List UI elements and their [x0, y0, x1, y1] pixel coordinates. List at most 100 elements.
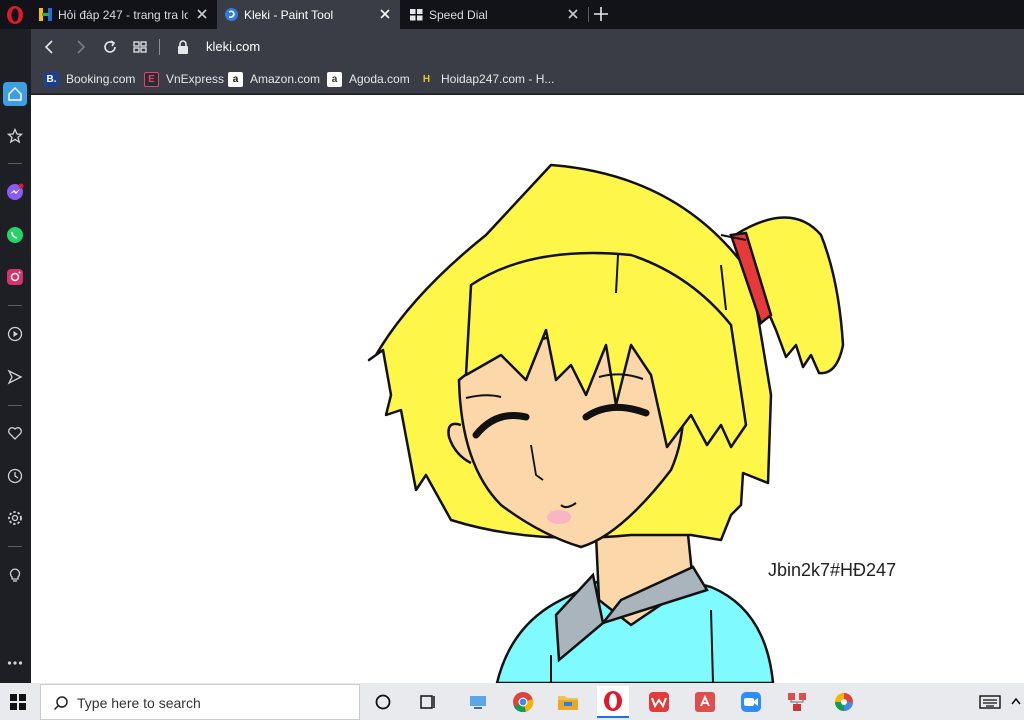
sidebar-separator — [8, 405, 22, 406]
tab-snapshot-grid-icon[interactable] — [131, 38, 149, 56]
sidebar-whatsapp[interactable] — [3, 223, 27, 247]
star-icon — [7, 128, 23, 144]
zoom-video-icon — [741, 692, 761, 712]
reload-icon[interactable] — [101, 38, 119, 56]
booking-icon: B. — [44, 71, 59, 87]
bookmark-label: Hoidap247.com - H... — [441, 72, 555, 86]
forward-arrow-icon[interactable] — [71, 38, 89, 56]
send-arrow-icon — [7, 369, 23, 385]
tab-hoidap[interactable]: Hỏi đáp 247 - trang tra loi — [31, 0, 217, 29]
folder-icon — [558, 696, 578, 710]
bookmark-booking[interactable]: B. Booking.com — [44, 70, 135, 88]
sidebar-separator — [8, 163, 22, 164]
task-view-icon — [420, 695, 435, 709]
address-bar: kleki.com — [31, 29, 1024, 64]
artist-signature: Jbin2k7#HĐ247 — [768, 560, 897, 580]
network-app-icon — [788, 693, 806, 711]
sidebar-messenger[interactable] — [3, 180, 27, 204]
bookmark-agoda[interactable]: a Agoda.com — [327, 70, 410, 88]
taskbar-opera[interactable] — [597, 686, 629, 718]
tab-separator — [588, 7, 589, 22]
sidebar-home[interactable] — [3, 82, 27, 106]
taskbar-app-red[interactable] — [781, 686, 813, 718]
instagram-icon — [7, 269, 23, 285]
sidebar-settings[interactable] — [3, 506, 27, 530]
tab-speed-dial[interactable]: Speed Dial — [402, 0, 588, 29]
wps-office-icon — [649, 692, 669, 712]
tab-title: Kleki - Paint Tool — [244, 7, 334, 22]
taskbar-chevron[interactable] — [1008, 686, 1024, 718]
opera-menu-button[interactable] — [0, 0, 29, 29]
task-view-button[interactable] — [412, 686, 444, 718]
blush — [547, 510, 571, 524]
taskbar-keyboard[interactable] — [974, 686, 1006, 718]
search-icon — [53, 696, 68, 711]
sidebar-tips[interactable] — [3, 563, 27, 587]
lightbulb-icon — [9, 568, 21, 582]
bookmark-vnexpress[interactable]: E VnExpress — [144, 70, 224, 88]
lock-icon[interactable] — [176, 39, 190, 55]
bookmark-hoidap247[interactable]: H Hoidap247.com - H... — [419, 70, 555, 88]
pdf-icon — [695, 692, 715, 712]
tab-bar: Hỏi đáp 247 - trang tra loi Kleki - Pain… — [0, 0, 1024, 29]
new-tab-plus-icon[interactable] — [592, 5, 610, 23]
sidebar-speed-dial[interactable] — [3, 124, 27, 148]
play-circle-icon — [7, 326, 23, 342]
screen: Hỏi đáp 247 - trang tra loi Kleki - Pain… — [0, 0, 1024, 720]
heart-icon — [8, 427, 22, 440]
messenger-icon — [7, 183, 24, 200]
bookmarks-bar: B. Booking.com E VnExpress a Amazon.com … — [31, 64, 1024, 94]
chevron-up-icon — [1011, 697, 1021, 705]
start-button[interactable] — [0, 683, 36, 720]
sidebar-history[interactable] — [3, 464, 27, 488]
opera-icon — [604, 691, 622, 711]
paint-canvas[interactable]: Jbin2k7#HĐ247 — [31, 95, 1024, 683]
taskbar-wps-office[interactable] — [643, 686, 675, 718]
taskbar-chrome[interactable] — [507, 686, 539, 718]
grid-icon — [410, 9, 423, 21]
close-icon[interactable] — [566, 7, 580, 21]
sidebar-separator — [8, 305, 22, 306]
back-arrow-icon[interactable] — [41, 38, 59, 56]
agoda-icon: a — [327, 71, 342, 87]
whatsapp-icon — [7, 227, 23, 243]
cortana-button[interactable] — [367, 686, 399, 718]
windows-logo-icon — [10, 693, 26, 710]
color-wheel-icon — [835, 693, 853, 711]
taskbar-zoom[interactable] — [735, 686, 767, 718]
bookmark-label: Booking.com — [66, 72, 136, 86]
taskbar-file-icon-app[interactable] — [462, 686, 494, 718]
tab-title: Speed Dial — [429, 7, 488, 22]
tab-title: Hỏi đáp 247 - trang tra loi — [58, 7, 188, 22]
cortana-circle-icon — [375, 694, 391, 710]
computer-icon — [470, 696, 486, 709]
kleki-icon — [225, 8, 238, 21]
taskbar-file-explorer[interactable] — [552, 686, 584, 718]
url-text[interactable]: kleki.com — [206, 39, 260, 54]
bookmark-amazon[interactable]: a Amazon.com — [228, 70, 320, 88]
tab-kleki[interactable]: Kleki - Paint Tool — [217, 0, 400, 29]
sidebar — [0, 29, 31, 683]
hoidap-bookmark-icon: H — [422, 73, 431, 85]
sidebar-more[interactable] — [3, 651, 27, 675]
close-icon[interactable] — [195, 7, 209, 21]
opera-logo-icon — [6, 5, 23, 24]
home-icon — [8, 86, 22, 101]
sidebar-flow[interactable] — [3, 365, 27, 389]
address-divider — [159, 39, 160, 55]
sidebar-instagram[interactable] — [3, 265, 27, 289]
sidebar-separator — [8, 546, 22, 547]
gear-icon — [8, 511, 22, 525]
search-placeholder: Type here to search — [77, 695, 201, 711]
sidebar-bookmarks[interactable] — [3, 421, 27, 445]
taskbar-search[interactable]: Type here to search — [40, 684, 360, 720]
keyboard-icon — [979, 695, 1001, 709]
taskbar-wps-pdf[interactable] — [689, 686, 721, 718]
taskbar-paint[interactable] — [828, 686, 860, 718]
sidebar-player[interactable] — [3, 322, 27, 346]
bookmark-label: Agoda.com — [349, 72, 410, 86]
close-icon[interactable] — [378, 7, 392, 21]
vnexpress-icon: E — [144, 71, 159, 87]
windows-taskbar: Type here to search — [0, 683, 1024, 720]
anime-girl-drawing — [367, 163, 845, 683]
